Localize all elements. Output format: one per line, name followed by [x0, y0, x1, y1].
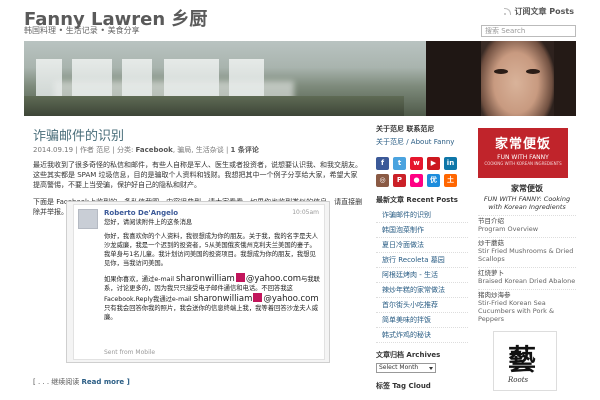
linkedin-icon[interactable]: in [444, 157, 457, 170]
read-more-link[interactable]: [ . . . 继续阅读 Read more ] [33, 377, 130, 387]
tag-links[interactable]: 骗局, 生活杂谈 [177, 146, 223, 154]
recent-posts-list: 诈骗邮件的识别 韩国泡菜制作 夏日冷面做法 旅行 Recoleta 墓园 阿根廷烤肉 -… [376, 208, 468, 343]
message-line: 您好，请阅读附件上的这条消息 [104, 219, 193, 226]
message-line: 如果你喜欢，通过e-mail sharonwilliam @yahoo.com与我… [104, 273, 320, 321]
post-paragraph: 最近我收到了很多奇怪的私信和邮件，有些人自称是军人、医生或者投资者，说想要认识我… [33, 161, 362, 189]
author-portrait [426, 41, 576, 116]
redaction-mark [235, 273, 245, 282]
category-link[interactable]: Facebook [136, 146, 173, 154]
recipe-link[interactable]: 红烧萝卜 Braised Korean Dried Abalone [478, 267, 576, 285]
email-user: sharonwilliam [176, 274, 235, 284]
post-author[interactable]: 作者 范尼 [80, 146, 110, 154]
recent-post-link[interactable]: 夏日冷面做法 [376, 238, 468, 253]
email-domain: @yahoo.com [245, 274, 302, 284]
recent-post-link[interactable]: 阿根廷烤肉 - 生活 [376, 268, 468, 283]
flickr-icon[interactable]: ● [410, 174, 423, 187]
sidebar-primary: 关于范尼 联系范尼 关于范尼 / About Fanny f t w ▶ in ◎ P ● 优土… [376, 124, 468, 394]
recent-post-link[interactable]: 简单美味的拌饭 [376, 313, 468, 328]
post-title-link[interactable]: 诈骗邮件的识别 [33, 125, 124, 144]
email-user: sharonwilliam [193, 294, 253, 304]
book-title: 家常便饭 [511, 184, 543, 193]
about-widget-title: 关于范尼 联系范尼 [376, 125, 435, 133]
message-screenshot: Roberto De'Angelo 10:05am 您好，请阅读附件上的这条消息… [66, 201, 330, 363]
recent-post-link[interactable]: 韩式炸鸡的秘诀 [376, 328, 468, 343]
site-description: 韩国料理 • 生活记录 • 美食分享 [24, 26, 140, 35]
twitter-icon[interactable]: t [393, 157, 406, 170]
youku-icon[interactable]: 优 [427, 174, 440, 187]
recipe-link[interactable]: 节目介绍 Program Overview [478, 215, 576, 233]
facebook-icon[interactable]: f [376, 157, 389, 170]
recent-post-link[interactable]: 韩国泡菜制作 [376, 223, 468, 238]
archives-select[interactable]: Select Month [376, 363, 436, 373]
recent-post-link[interactable]: 首尔街头小吃推荐 [376, 298, 468, 313]
archives-title: 文章归档 Archives [376, 351, 441, 359]
post-meta: 2014.09.19 | 作者 范尼 | 分类: Facebook, 骗局, 生… [33, 146, 259, 154]
posts-feed-label: 订阅文章 Posts [514, 7, 575, 16]
post-date: 2014.09.19 [33, 146, 74, 154]
youtube-icon[interactable]: ▶ [427, 157, 440, 170]
recent-post-link[interactable]: 旅行 Recoleta 墓园 [376, 253, 468, 268]
sender-avatar [78, 209, 98, 229]
header-banner-image [24, 41, 576, 116]
search-input[interactable]: 搜索 Search [481, 25, 576, 37]
message-text: 您好，请阅读附件上的这条消息 你好，我喜欢你的个人资料，我很想成为你的朋友。关于… [104, 218, 322, 327]
redaction-mark [253, 293, 263, 302]
tudou-icon[interactable]: 土 [444, 174, 457, 187]
recipe-link[interactable]: 炒干蘑菇 Stir Fried Mushrooms & Dried Scallop… [478, 237, 576, 263]
tag-cloud-title: 标签 Tag Cloud [376, 382, 431, 390]
rss-icon [503, 7, 512, 16]
recipe-list: 节目介绍 Program Overview 炒干蘑菇 Stir Fried Mushr… [478, 215, 576, 323]
waterfall-photo [24, 41, 404, 116]
social-icons: f t w ▶ in ◎ P ● 优土 [376, 157, 468, 187]
about-link[interactable]: 关于范尼 / About Fanny [376, 137, 468, 147]
weibo-icon[interactable]: w [410, 157, 423, 170]
posts-feed-link[interactable]: 订阅文章 Posts [503, 6, 575, 17]
instagram-icon[interactable]: ◎ [376, 174, 389, 187]
email-domain: @yahoo.com [263, 294, 319, 304]
message-line: 你好，我喜欢你的个人资料，我很想成为你的朋友。关于我，我的名字是夫人沙龙威廉，我… [104, 233, 319, 267]
recent-posts-title: 最新文章 Recent Posts [376, 196, 458, 204]
comments-link[interactable]: 1 条评论 [231, 146, 259, 154]
message-time: 10:05am [292, 209, 319, 216]
category-prefix: 分类: [116, 146, 134, 154]
second-book-cover[interactable]: 藝 Roots [493, 331, 557, 391]
pinterest-icon[interactable]: P [393, 174, 406, 187]
recent-post-link[interactable]: 诈骗邮件的识别 [376, 208, 468, 223]
recent-post-link[interactable]: 辣炒年糕的家常做法 [376, 283, 468, 298]
book-cover-image[interactable]: 家常便饭 FUN WITH FANNY COOKING WITH KOREAN … [478, 128, 568, 178]
book-description: FUN WITH FANNY: Cooking with Korean Ingr… [483, 195, 571, 211]
recipe-link[interactable]: 猪肉炒海参 Stir-Fried Korean Sea Cucumbers wit… [478, 289, 576, 323]
sidebar-secondary: 家常便饭 FUN WITH FANNY COOKING WITH KOREAN … [478, 128, 576, 391]
sent-from-label: Sent from Mobile [104, 349, 156, 356]
message-sender: Roberto De'Angelo [104, 209, 179, 217]
